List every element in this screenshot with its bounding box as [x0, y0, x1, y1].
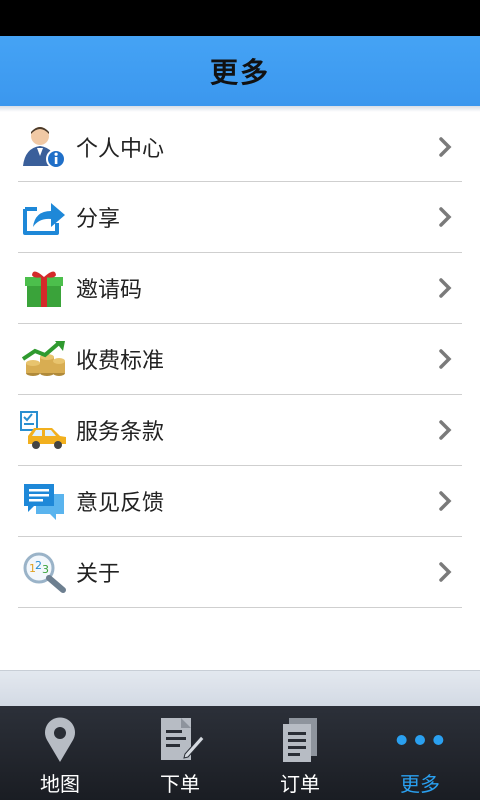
svg-text:2: 2	[35, 559, 42, 572]
chevron-right-icon	[438, 561, 452, 583]
chevron-right-icon	[438, 490, 452, 512]
feedback-chat-icon	[20, 477, 68, 525]
menu-item-label: 关于	[76, 562, 121, 587]
map-pin-icon	[35, 714, 85, 766]
terms-car-icon	[20, 406, 68, 454]
menu-list: 个人中心 分享 邀请码 收费标准 服务条款 意见反馈 1 2 3 关于	[0, 112, 480, 608]
tab-label: 下单	[160, 772, 200, 796]
tab-orders[interactable]: 订单	[240, 706, 360, 800]
chevron-right-icon	[438, 206, 452, 228]
share-icon	[20, 193, 68, 241]
tab-more[interactable]: 更多	[360, 706, 480, 800]
price-chart-icon	[20, 335, 68, 383]
tab-label: 订单	[280, 772, 320, 796]
more-dots-icon	[395, 714, 445, 766]
menu-item-label: 意见反馈	[76, 491, 165, 516]
menu-item-terms[interactable]: 服务条款	[18, 395, 462, 466]
about-magnifier-icon: 1 2 3	[20, 548, 68, 596]
header: 更多	[0, 36, 480, 106]
menu-item-label: 收费标准	[76, 349, 165, 374]
user-info-icon	[20, 123, 68, 171]
tab-label: 更多	[400, 772, 440, 796]
chevron-right-icon	[438, 419, 452, 441]
menu-item-label: 服务条款	[76, 420, 165, 445]
menu-item-invite-code[interactable]: 邀请码	[18, 253, 462, 324]
gift-icon	[20, 264, 68, 312]
menu-item-pricing[interactable]: 收费标准	[18, 324, 462, 395]
menu-item-label: 分享	[76, 207, 121, 232]
edit-document-icon	[155, 714, 205, 766]
bottom-tab-bar: 地图 下单 订单 更多	[0, 706, 480, 800]
tab-map[interactable]: 地图	[0, 706, 120, 800]
chevron-right-icon	[438, 348, 452, 370]
chevron-right-icon	[438, 277, 452, 299]
footer-divider	[0, 670, 480, 706]
tab-label: 地图	[40, 772, 80, 796]
status-bar	[0, 0, 480, 36]
menu-item-feedback[interactable]: 意见反馈	[18, 466, 462, 537]
page-title: 更多	[209, 56, 270, 89]
chevron-right-icon	[438, 136, 452, 158]
menu-item-about[interactable]: 1 2 3 关于	[18, 537, 462, 608]
menu-item-label: 个人中心	[76, 136, 165, 162]
menu-item-personal-center[interactable]: 个人中心	[18, 112, 462, 182]
svg-text:3: 3	[42, 563, 49, 576]
menu-item-label: 邀请码	[76, 278, 143, 303]
tab-place-order[interactable]: 下单	[120, 706, 240, 800]
menu-item-share[interactable]: 分享	[18, 182, 462, 253]
orders-document-icon	[275, 714, 325, 766]
